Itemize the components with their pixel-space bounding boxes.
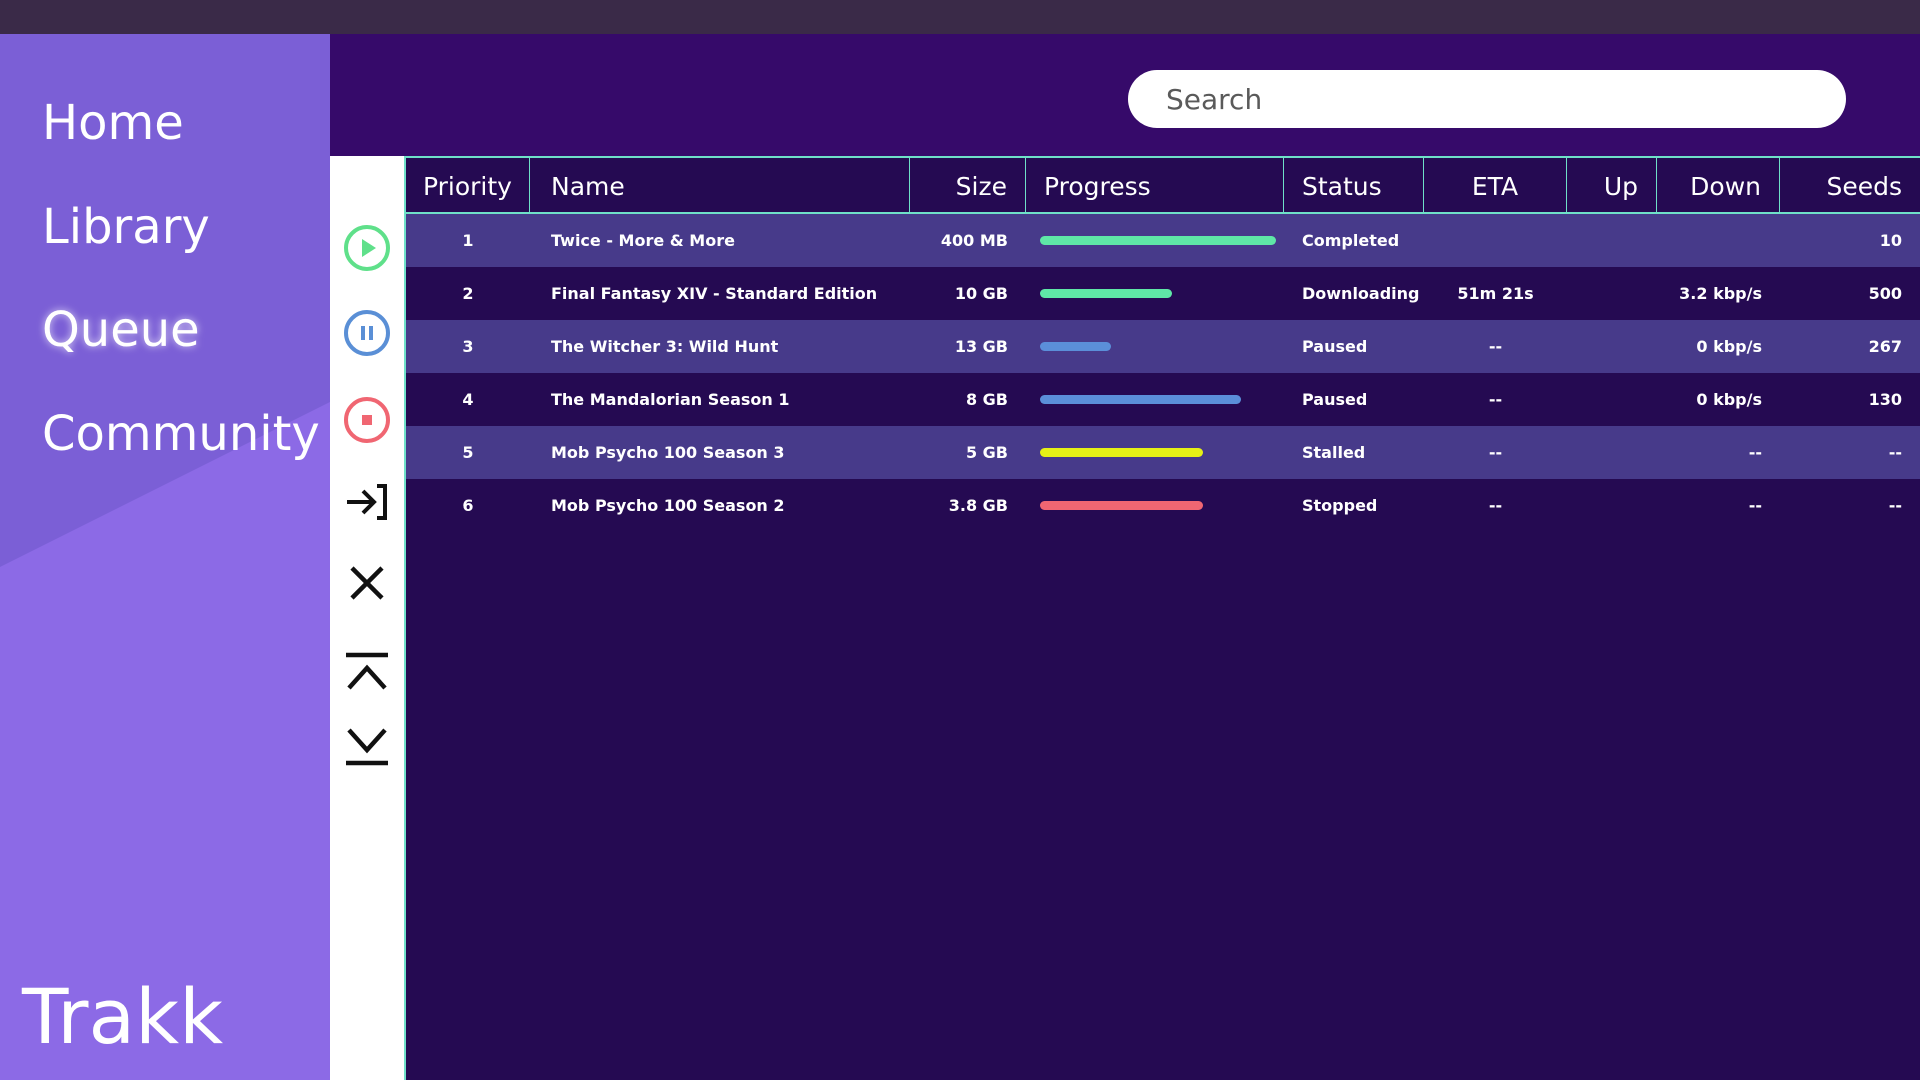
table-row[interactable]: 1 Twice - More & More 400 MB Completed 1…	[406, 214, 1920, 267]
move-to-bottom-icon	[346, 728, 388, 766]
row-priority: 3	[462, 337, 474, 356]
row-size: 10 GB	[954, 284, 1008, 303]
progress-bar	[1040, 395, 1241, 404]
table-row[interactable]: 2 Final Fantasy XIV - Standard Edition 1…	[406, 267, 1920, 320]
row-name: Final Fantasy XIV - Standard Edition	[551, 284, 878, 303]
column-header-size[interactable]: Size	[910, 158, 1026, 212]
move-to-icon	[347, 484, 387, 520]
column-header-status[interactable]: Status	[1284, 158, 1424, 212]
row-up	[1567, 479, 1639, 532]
column-header-eta[interactable]: ETA	[1424, 158, 1567, 212]
table-row[interactable]: 6 Mob Psycho 100 Season 2 3.8 GB Stopped…	[406, 479, 1920, 532]
row-up	[1567, 426, 1639, 479]
row-eta: --	[1488, 337, 1503, 356]
close-icon	[350, 566, 384, 600]
row-up	[1567, 267, 1639, 320]
row-eta: --	[1488, 390, 1503, 409]
sidebar-item-library[interactable]: Library	[42, 197, 210, 257]
row-name: Twice - More & More	[551, 231, 735, 250]
row-eta: --	[1488, 496, 1503, 515]
play-circle-icon	[344, 225, 390, 271]
row-down: --	[1748, 443, 1762, 462]
move-to-button[interactable]	[341, 476, 393, 528]
row-seeds: --	[1888, 496, 1902, 515]
progress-bar	[1040, 448, 1203, 457]
row-status: Completed	[1302, 231, 1400, 250]
column-header-down[interactable]: Down	[1657, 158, 1780, 212]
row-size: 13 GB	[954, 337, 1008, 356]
row-down: --	[1748, 496, 1762, 515]
row-size: 400 MB	[940, 231, 1008, 250]
move-to-bottom-button[interactable]	[341, 718, 393, 770]
row-status: Paused	[1302, 390, 1368, 409]
move-to-top-button[interactable]	[341, 648, 393, 700]
row-size: 8 GB	[965, 390, 1008, 409]
row-status: Stalled	[1302, 443, 1366, 462]
start-button[interactable]	[341, 222, 393, 274]
column-header-up[interactable]: Up	[1567, 158, 1657, 212]
row-up	[1567, 373, 1639, 426]
row-priority: 2	[462, 284, 474, 303]
table-header: Priority Name Size Progress Status ETA U…	[406, 158, 1920, 214]
row-size: 3.8 GB	[948, 496, 1008, 515]
stop-button[interactable]	[341, 394, 393, 446]
row-priority: 6	[462, 496, 474, 515]
pause-button[interactable]	[341, 307, 393, 359]
stop-circle-icon	[344, 397, 390, 443]
row-eta: --	[1488, 443, 1503, 462]
pause-circle-icon	[344, 310, 390, 356]
row-name: Mob Psycho 100 Season 3	[551, 443, 785, 462]
sidebar-item-community[interactable]: Community	[42, 404, 320, 464]
row-seeds: 10	[1879, 231, 1902, 250]
progress-bar	[1040, 289, 1172, 298]
move-to-top-icon	[346, 652, 388, 690]
row-size: 5 GB	[965, 443, 1008, 462]
row-status: Downloading	[1302, 284, 1420, 303]
sidebar-item-home[interactable]: Home	[42, 93, 184, 153]
row-name: The Mandalorian Season 1	[551, 390, 790, 409]
action-toolbar	[330, 156, 404, 1080]
column-header-progress[interactable]: Progress	[1026, 158, 1284, 212]
sidebar-item-queue[interactable]: Queue	[42, 300, 200, 360]
row-name: Mob Psycho 100 Season 2	[551, 496, 785, 515]
row-down	[1657, 214, 1762, 267]
row-status: Stopped	[1302, 496, 1378, 515]
row-down: 0 kbp/s	[1696, 390, 1762, 409]
row-eta: 51m 21s	[1457, 284, 1534, 303]
column-header-seeds[interactable]: Seeds	[1780, 158, 1920, 212]
progress-bar	[1040, 501, 1203, 510]
row-status: Paused	[1302, 337, 1368, 356]
search-input[interactable]	[1128, 70, 1846, 128]
column-header-name[interactable]: Name	[530, 158, 910, 212]
sidebar: Home Library Queue Community Trakk	[0, 34, 330, 1080]
sidebar-background-shape	[0, 34, 330, 567]
app-logo-text: Trakk	[22, 972, 224, 1061]
remove-button[interactable]	[341, 557, 393, 609]
row-priority: 4	[462, 390, 474, 409]
row-seeds: 130	[1868, 390, 1902, 409]
row-up	[1567, 214, 1639, 267]
row-down: 0 kbp/s	[1696, 337, 1762, 356]
window-title-bar	[0, 0, 1920, 34]
row-priority: 1	[462, 231, 474, 250]
row-priority: 5	[462, 443, 474, 462]
progress-bar	[1040, 236, 1276, 245]
row-seeds: 267	[1868, 337, 1902, 356]
torrent-table: Priority Name Size Progress Status ETA U…	[404, 156, 1920, 1080]
table-row[interactable]: 5 Mob Psycho 100 Season 3 5 GB Stalled -…	[406, 426, 1920, 479]
row-seeds: --	[1888, 443, 1902, 462]
progress-bar	[1040, 342, 1111, 351]
table-row[interactable]: 3 The Witcher 3: Wild Hunt 13 GB Paused …	[406, 320, 1920, 373]
table-row[interactable]: 4 The Mandalorian Season 1 8 GB Paused -…	[406, 373, 1920, 426]
column-header-priority[interactable]: Priority	[406, 158, 530, 212]
row-down: 3.2 kbp/s	[1679, 284, 1762, 303]
row-up	[1567, 320, 1639, 373]
row-name: The Witcher 3: Wild Hunt	[551, 337, 779, 356]
row-seeds: 500	[1868, 284, 1902, 303]
row-eta	[1424, 214, 1567, 267]
